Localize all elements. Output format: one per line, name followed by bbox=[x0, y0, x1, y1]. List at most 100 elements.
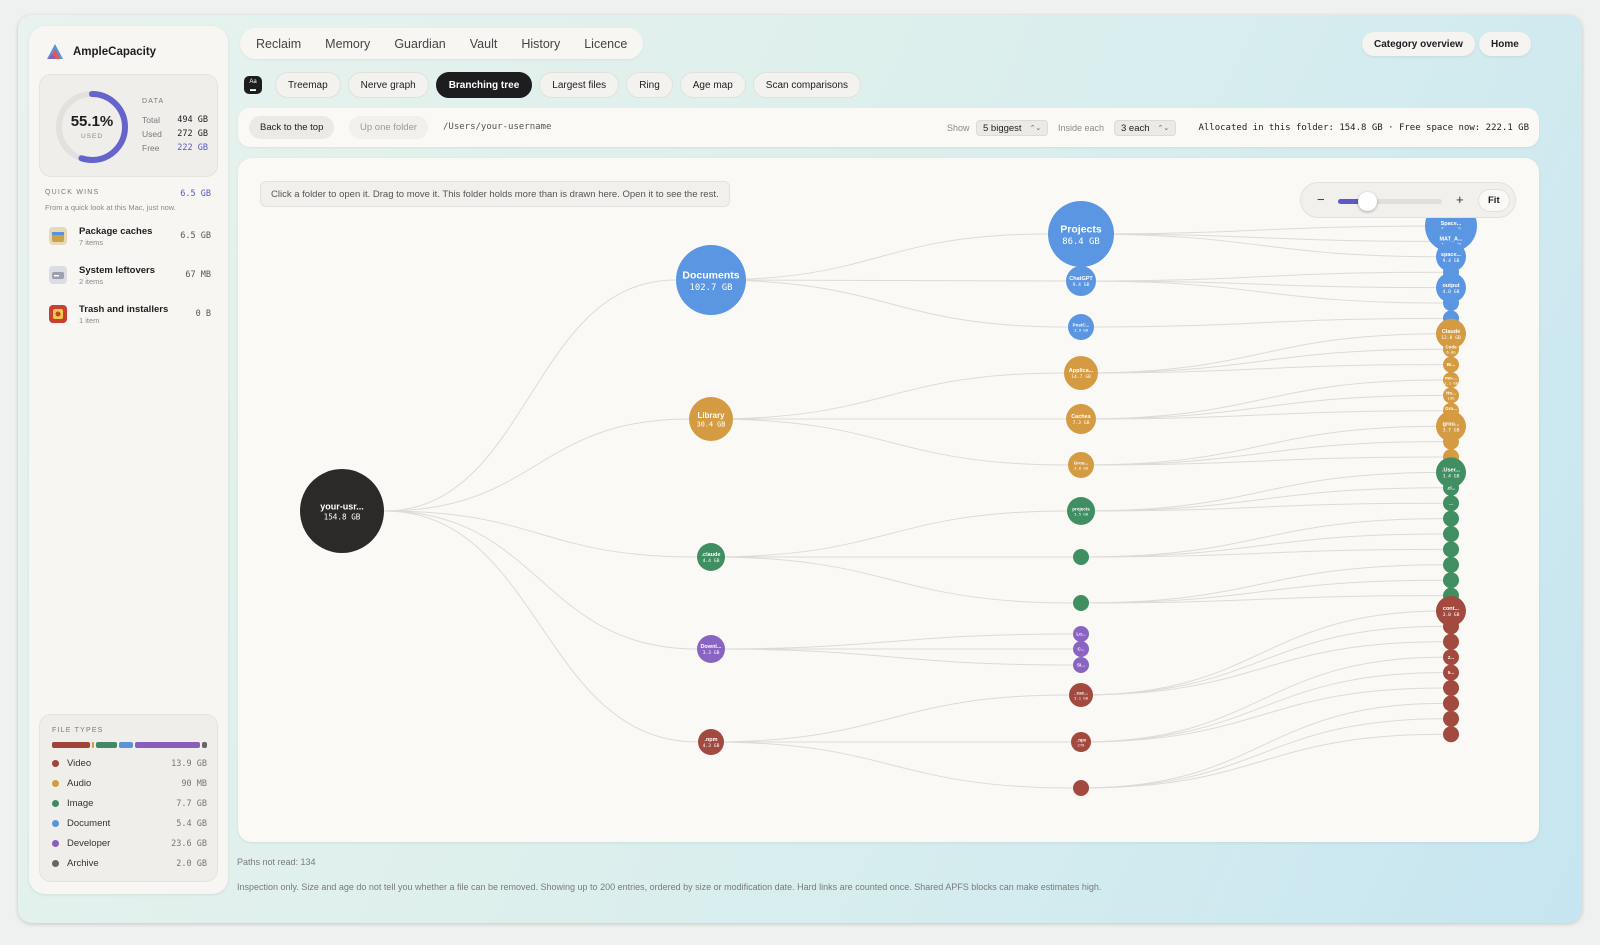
zoom-in-button[interactable]: + bbox=[1456, 192, 1464, 207]
zoom-fit-button[interactable]: Fit bbox=[1478, 189, 1510, 212]
tree-node-level3[interactable] bbox=[1443, 633, 1459, 650]
tab-branching-tree[interactable]: Branching tree bbox=[435, 72, 533, 98]
tree-node-circle[interactable] bbox=[1443, 680, 1459, 696]
tree-node-level2[interactable]: Lo... bbox=[1073, 626, 1089, 642]
nav-memory[interactable]: Memory bbox=[313, 37, 382, 51]
quick-win-package-caches[interactable]: Package caches 7 items 6.5 GB bbox=[49, 222, 211, 250]
tree-node-level1[interactable]: Downl...3.3 GB bbox=[697, 635, 725, 663]
tree-node-level3[interactable] bbox=[1443, 295, 1459, 311]
tree-node-circle[interactable] bbox=[1443, 556, 1459, 573]
tree-node-level2[interactable]: ChatGPT9.4 GB bbox=[1066, 266, 1096, 296]
tree-node-level2[interactable]: C... bbox=[1073, 641, 1089, 657]
tree-node-level1[interactable]: .claude4.4 GB bbox=[697, 543, 725, 571]
branching-tree-canvas[interactable]: your-usr... 154.8 GB Documents 102.7 GB Libr… bbox=[238, 158, 1539, 842]
back-to-top-button[interactable]: Back to the top bbox=[249, 116, 335, 139]
main-nav: Reclaim Memory Guardian Vault History Li… bbox=[240, 28, 644, 59]
tree-node-label: ... bbox=[1449, 501, 1453, 506]
tree-node-level2[interactable]: Caches7.3 GB bbox=[1066, 404, 1096, 434]
tree-node-level3[interactable] bbox=[1443, 680, 1459, 696]
tree-node-root[interactable]: your-usr...154.8 GB bbox=[300, 469, 384, 553]
tree-node-circle[interactable] bbox=[1073, 595, 1089, 611]
tree-node-level3[interactable] bbox=[1443, 726, 1459, 743]
tree-node-circle[interactable] bbox=[1443, 633, 1459, 650]
home-button[interactable]: Home bbox=[1479, 32, 1531, 56]
tree-node-level2[interactable]: Projects 86.4 GB bbox=[1048, 201, 1114, 267]
tree-node-level3[interactable]: Code6.0G bbox=[1443, 341, 1459, 358]
tree-link bbox=[710, 279, 1069, 328]
tab-treemap[interactable]: Treemap bbox=[275, 72, 341, 98]
tree-node-level3[interactable] bbox=[1443, 510, 1459, 527]
tree-node-circle[interactable] bbox=[1443, 510, 1459, 527]
nav-history[interactable]: History bbox=[509, 37, 572, 51]
tree-node-level2[interactable] bbox=[1073, 595, 1089, 611]
quick-win-system-leftovers[interactable]: System leftovers 2 items 67 MB bbox=[49, 261, 211, 289]
nav-reclaim[interactable]: Reclaim bbox=[256, 37, 313, 51]
nav-vault[interactable]: Vault bbox=[458, 37, 510, 51]
tree-node-level3[interactable] bbox=[1443, 433, 1459, 450]
tab-largest-files[interactable]: Largest files bbox=[539, 72, 620, 98]
tab-age-map[interactable]: Age map bbox=[679, 72, 746, 98]
tree-node-level2[interactable]: _cac...3.1 GB bbox=[1069, 683, 1093, 707]
tree-node-level3[interactable]: .cl... bbox=[1443, 479, 1459, 496]
show-count-select[interactable]: 5 biggest ⌃⌄ bbox=[976, 120, 1049, 136]
tree-node-circle[interactable] bbox=[1443, 572, 1459, 589]
tree-node-circle[interactable] bbox=[1443, 695, 1459, 712]
zoom-slider[interactable] bbox=[1338, 199, 1442, 204]
tree-node-level3[interactable] bbox=[1443, 618, 1459, 635]
tree-node-circle[interactable] bbox=[1443, 295, 1459, 311]
tree-node-level3[interactable] bbox=[1443, 695, 1459, 712]
tree-node-circle[interactable] bbox=[1443, 526, 1459, 542]
tab-nerve-graph[interactable]: Nerve graph bbox=[347, 72, 429, 98]
quick-wins-header: QUICK WINS 6.5 GB bbox=[45, 189, 211, 199]
tab-scan-comparisons[interactable]: Scan comparisons bbox=[752, 72, 862, 98]
branching-tree-graph[interactable]: your-usr...154.8 GB Documents 102.7 GB Libr… bbox=[238, 158, 1539, 842]
tree-node-circle[interactable] bbox=[1443, 433, 1459, 450]
tree-node-level3[interactable]: 2... bbox=[1443, 649, 1459, 666]
tree-node-circle[interactable] bbox=[1443, 710, 1459, 727]
tree-node-size: 3.1 GB bbox=[1074, 695, 1088, 700]
tree-node-level2[interactable]: projects3.5 GB bbox=[1067, 497, 1095, 525]
tree-node-level3[interactable]: Br... bbox=[1443, 356, 1459, 373]
tree-node-level3[interactable] bbox=[1443, 526, 1459, 542]
tree-node-level2[interactable] bbox=[1073, 549, 1089, 565]
tree-node-level2[interactable]: Grou...3.8 GB bbox=[1068, 452, 1094, 478]
tree-node-level1[interactable]: Library30.4 GB bbox=[689, 397, 733, 441]
tree-node-circle[interactable] bbox=[1073, 549, 1089, 565]
tree-node-label: ChatGPT bbox=[1069, 276, 1093, 282]
nav-licence[interactable]: Licence bbox=[572, 37, 627, 51]
tree-node-level2[interactable]: PostC...3.9 GB bbox=[1068, 314, 1094, 340]
tree-link bbox=[710, 510, 1068, 558]
brand: AmpleCapacity bbox=[45, 42, 156, 62]
tree-node-level2[interactable]: Si... bbox=[1073, 657, 1089, 673]
tab-ring[interactable]: Ring bbox=[626, 72, 673, 98]
tree-node-level3[interactable] bbox=[1443, 572, 1459, 589]
tree-link bbox=[383, 510, 699, 743]
tree-node-level3[interactable] bbox=[1443, 556, 1459, 573]
tree-node-circle[interactable] bbox=[1443, 618, 1459, 635]
nav-guardian[interactable]: Guardian bbox=[382, 37, 457, 51]
tree-node-level2[interactable]: Applica...14.7 GB bbox=[1064, 356, 1098, 390]
tree-node-level1[interactable]: Documents 102.7 GB bbox=[676, 245, 746, 315]
tree-node-level2[interactable]: _npx276 bbox=[1071, 732, 1091, 752]
tree-node-label: C... bbox=[1077, 647, 1084, 652]
tree-node-size: 3.4 GB bbox=[1443, 474, 1460, 480]
tree-node-level3[interactable] bbox=[1443, 541, 1459, 558]
tree-node-level2[interactable] bbox=[1073, 780, 1089, 796]
tree-node-circle[interactable] bbox=[1443, 726, 1459, 743]
zoom-out-button[interactable]: − bbox=[1317, 192, 1325, 207]
tree-node-level3[interactable]: 5... bbox=[1443, 664, 1459, 681]
sidebar: AmpleCapacity 55.1% USED DATA Total 494 G… bbox=[29, 26, 228, 894]
up-one-folder-button[interactable]: Up one folder bbox=[349, 116, 429, 139]
tree-node-level3[interactable] bbox=[1443, 710, 1459, 727]
inside-each-select[interactable]: 3 each ⌃⌄ bbox=[1114, 120, 1177, 136]
category-overview-button[interactable]: Category overview bbox=[1362, 32, 1475, 56]
zoom-slider-handle[interactable] bbox=[1358, 192, 1378, 211]
tree-node-circle[interactable] bbox=[1443, 541, 1459, 558]
tree-node-level3[interactable]: Ho...19G bbox=[1443, 387, 1459, 404]
tree-node-circle[interactable] bbox=[1073, 780, 1089, 796]
tree-node-level1[interactable]: .npm4.3 GB bbox=[698, 729, 724, 755]
quick-win-trash-installers[interactable]: Trash and installers 1 item 0 B bbox=[49, 300, 211, 328]
tree-node-size: 14.7 GB bbox=[1071, 374, 1091, 380]
tree-node-level3[interactable]: mo-...2.1 GB bbox=[1443, 372, 1459, 388]
tree-node-level3[interactable]: ... bbox=[1443, 495, 1459, 512]
